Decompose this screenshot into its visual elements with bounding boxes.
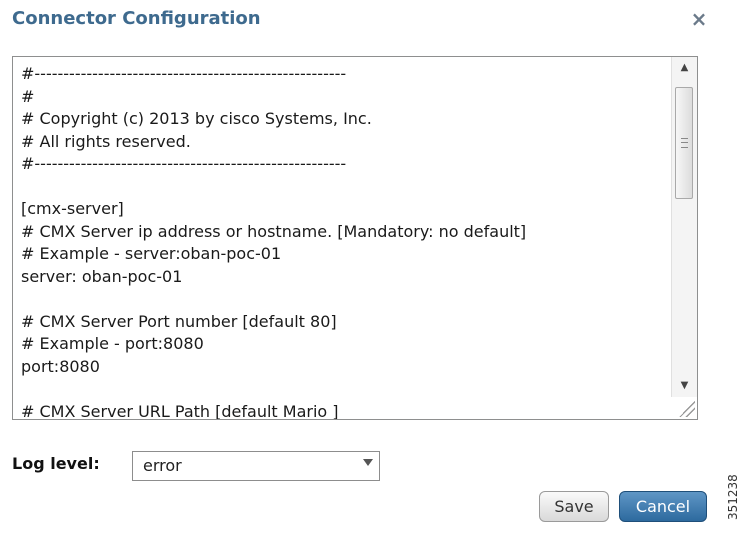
config-line (21, 288, 667, 311)
resize-handle-icon[interactable] (679, 401, 695, 417)
log-level-value: error (143, 456, 182, 475)
figure-id: 351238 (726, 474, 740, 520)
close-icon[interactable]: × (688, 8, 710, 30)
config-line (21, 176, 667, 199)
log-level-label: Log level: (12, 454, 100, 473)
config-line: #---------------------------------------… (21, 154, 347, 173)
cancel-button[interactable]: Cancel (619, 491, 707, 522)
scroll-thumb[interactable] (675, 87, 693, 199)
config-text: #---------------------------------------… (21, 63, 667, 420)
config-line: # All rights reserved. (21, 131, 191, 151)
config-line: # (21, 86, 35, 106)
config-line: # CMX Server Port number [default 80] (21, 311, 337, 331)
config-line: [cmx-server] (21, 199, 124, 218)
scroll-down-icon[interactable]: ▼ (672, 375, 697, 397)
config-line: # CMX Server ip address or hostname. [Ma… (21, 221, 527, 241)
chevron-down-icon (363, 459, 373, 466)
dialog-title: Connector Configuration (12, 8, 261, 29)
save-button[interactable]: Save (539, 491, 609, 522)
config-line: server: oban-poc-01 (21, 266, 183, 286)
config-line: # CMX Server URL Path [default Mario ] (21, 401, 339, 420)
config-textarea[interactable]: #---------------------------------------… (12, 56, 698, 420)
config-line: #---------------------------------------… (21, 64, 347, 83)
config-line: # Example - server:oban-poc-01 (21, 244, 282, 263)
config-line: # Copyright (c) 2013 by cisco Systems, I… (21, 109, 372, 128)
config-line: # Example - port:8080 (21, 334, 204, 353)
grip-icon (681, 138, 688, 148)
log-level-select[interactable]: error (132, 451, 380, 481)
config-line: port:8080 (21, 356, 100, 376)
vertical-scrollbar[interactable]: ▲ ▼ (671, 57, 697, 397)
scroll-up-icon[interactable]: ▲ (672, 57, 697, 79)
config-line (21, 378, 667, 401)
